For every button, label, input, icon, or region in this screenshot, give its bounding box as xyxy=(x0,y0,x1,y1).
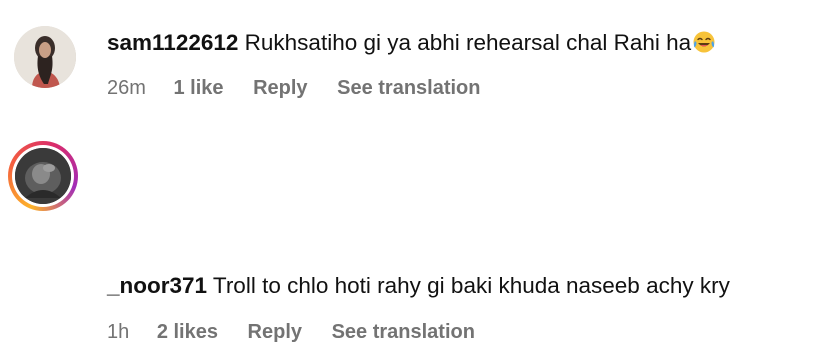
profile-photo-icon xyxy=(14,26,76,88)
comment-timestamp: 26m xyxy=(107,77,146,99)
likes-count-button[interactable]: 2 likes xyxy=(157,320,218,344)
username-link[interactable]: sam1122612 xyxy=(107,30,238,55)
comment-line: sam1122612 Rukhsatiho gi ya abhi rehears… xyxy=(107,29,716,57)
reply-button[interactable]: Reply xyxy=(248,320,302,344)
see-translation-button[interactable]: See translation xyxy=(332,320,475,344)
likes-count-button[interactable]: 1 like xyxy=(173,76,223,100)
avatar[interactable] xyxy=(15,148,71,204)
avatar[interactable] xyxy=(14,26,76,88)
face-with-tears-of-joy-icon xyxy=(693,31,715,53)
comment-text: Rukhsatiho gi ya abhi rehearsal chal Rah… xyxy=(244,30,692,55)
profile-photo-icon xyxy=(15,148,71,204)
see-translation-button[interactable]: See translation xyxy=(337,76,480,100)
comment-meta: 26m 1 like Reply See translation xyxy=(107,76,505,100)
comment-line: _noor371 Troll to chlo hoti rahy gi baki… xyxy=(107,272,730,300)
comment-meta: 1h 2 likes Reply See translation xyxy=(107,320,499,344)
comment-timestamp: 1h xyxy=(107,321,130,343)
username-link[interactable]: _noor371 xyxy=(107,273,207,298)
comment-item: sam1122612 Rukhsatiho gi ya abhi rehears… xyxy=(0,0,830,110)
comment-text: Troll to chlo hoti rahy gi baki khuda na… xyxy=(212,273,730,298)
comment-item: _noor371 Troll to chlo hoti rahy gi baki… xyxy=(0,122,830,343)
reply-button[interactable]: Reply xyxy=(253,76,307,100)
